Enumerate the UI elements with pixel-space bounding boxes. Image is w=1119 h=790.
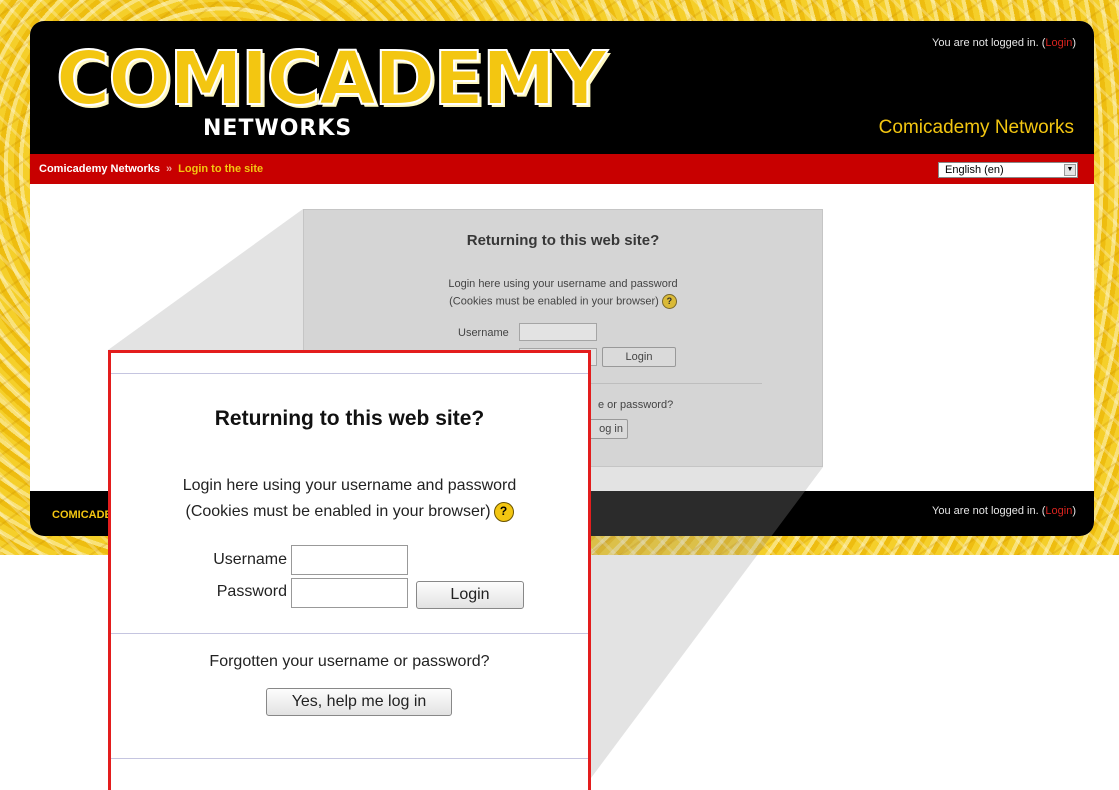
header-login-link[interactable]: Login [1045,37,1072,49]
site-logo-subtitle: NETWORKS [203,116,353,141]
login-title: Returning to this web site? [214,407,485,430]
navigation-bar: Comicademy Networks » Login to the site En… [30,154,1094,184]
callout-middle-divider [111,633,588,634]
callout-bottom-divider [111,758,588,759]
zoomed-login-panel: Returning to this web site? Login here u… [108,350,591,790]
help-icon[interactable]: ? [661,294,677,309]
callout-top-divider [111,373,588,374]
language-select[interactable]: English (en) ▼ [938,162,1078,178]
footer-login-link[interactable]: Login [1045,505,1072,517]
preview-title: Returning to this web site? [466,232,660,249]
help-me-login-button[interactable]: Yes, help me log in [266,688,452,716]
chevron-down-icon[interactable]: ▼ [1064,164,1076,176]
preview-login-button[interactable]: Login [602,347,676,367]
forgot-text: Forgotten your username or password? [209,653,490,670]
login-intro: Login here using your username and passw… [182,477,517,494]
login-button[interactable]: Login [416,581,524,609]
breadcrumb: Comicademy Networks » Login to the site [39,163,263,175]
login-status: You are not logged in. (Login) [932,37,1076,49]
password-input[interactable] [291,578,408,608]
help-icon[interactable]: ? [493,502,514,522]
breadcrumb-current: Login to the site [178,163,264,175]
site-name: Comicademy Networks [878,117,1074,138]
username-label: Username [213,551,287,568]
cookies-note: (Cookies must be enabled in your browser… [111,502,588,522]
password-label: Password [216,583,287,600]
preview-username-label: Username [458,327,509,339]
preview-cookies-note: (Cookies must be enabled in your browser… [304,294,822,309]
preview-forgot-text: e or password? [598,399,674,411]
site-logo[interactable]: COMICADEMY [55,38,608,120]
preview-intro: Login here using your username and passw… [448,278,678,290]
footer-login-status: You are not logged in. (Login) [932,505,1076,517]
preview-username-input[interactable] [519,323,597,341]
breadcrumb-separator: » [166,163,173,175]
language-select-value: English (en) [945,164,1004,176]
breadcrumb-home[interactable]: Comicademy Networks [39,163,160,175]
username-input[interactable] [291,545,408,575]
site-header: COMICADEMY NETWORKS You are not logged i… [30,21,1094,154]
